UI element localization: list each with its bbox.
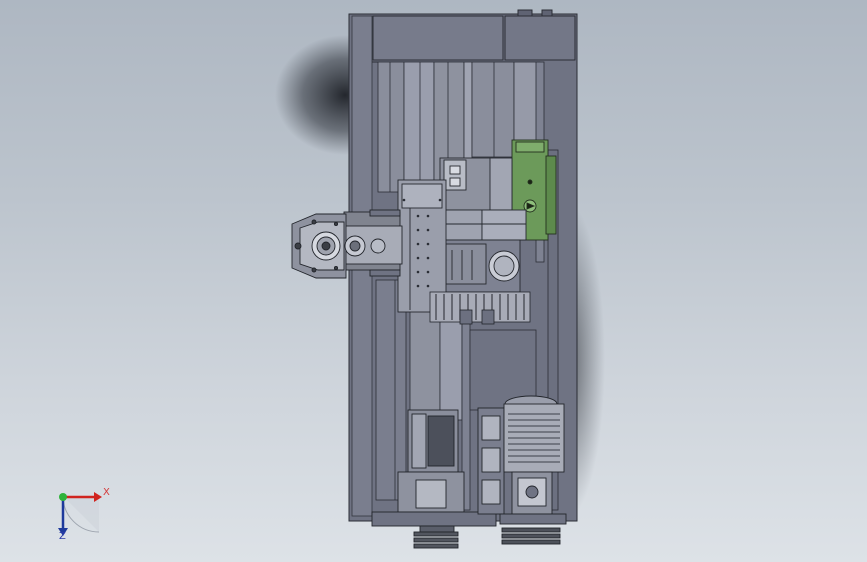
index-gear[interactable] (429, 291, 531, 325)
triad-y-axis (59, 493, 67, 501)
tool-holder-arm[interactable] (291, 209, 403, 279)
triad-x-label: X (103, 487, 110, 498)
gearbox-head[interactable] (433, 157, 527, 293)
coordinate-triad (58, 492, 102, 536)
triad-z-label: Z (59, 531, 66, 542)
cad-viewport[interactable]: X Z (0, 0, 867, 562)
cad-model-view[interactable] (0, 0, 867, 562)
